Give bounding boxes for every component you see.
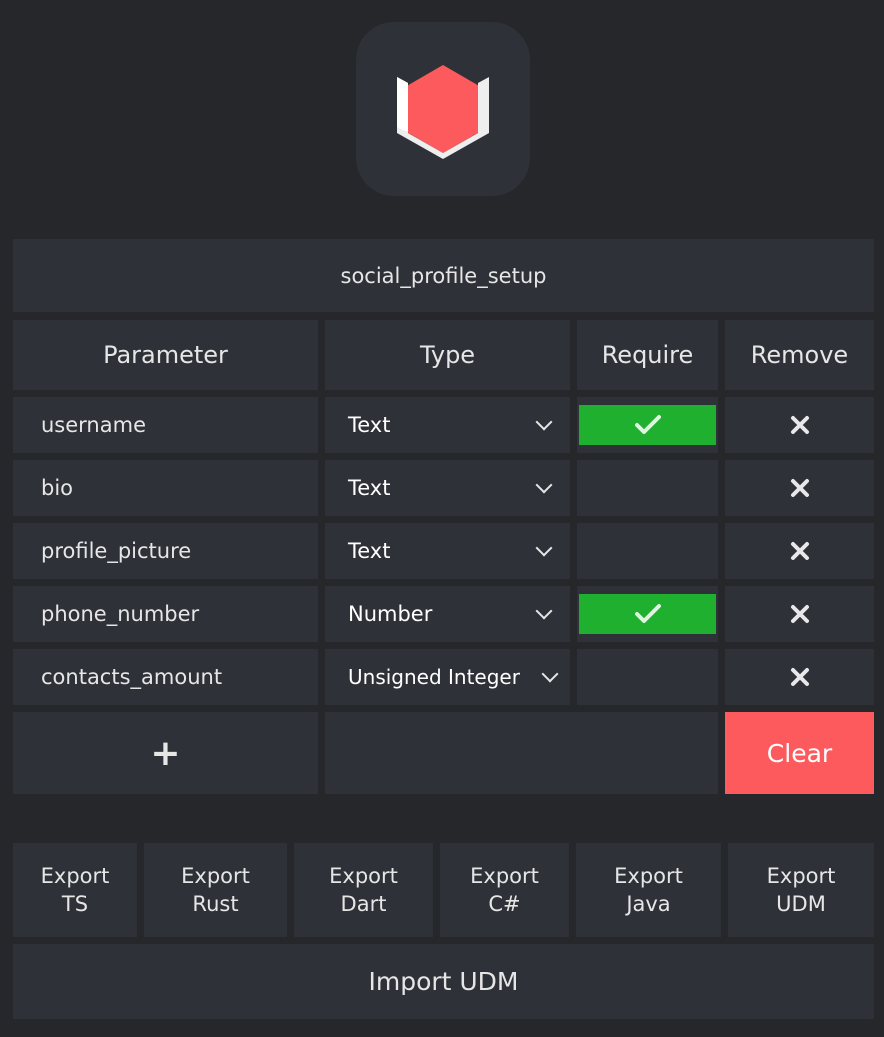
type-select[interactable]: Text — [325, 460, 570, 516]
export-target: Rust — [192, 892, 239, 916]
export-target: UDM — [776, 892, 826, 916]
parameter-name-field[interactable]: phone_number — [13, 586, 318, 642]
schema-title[interactable]: social_profile_setup — [13, 239, 874, 312]
app-logo — [356, 22, 530, 196]
clear-button[interactable]: Clear — [725, 712, 874, 794]
remove-row-button[interactable] — [725, 523, 874, 579]
require-toggle[interactable] — [577, 397, 718, 453]
require-toggle[interactable] — [577, 649, 718, 705]
type-select[interactable]: Text — [325, 397, 570, 453]
require-toggle-on — [579, 594, 716, 634]
close-icon — [790, 668, 809, 686]
export-target: C# — [488, 892, 521, 916]
remove-row-button[interactable] — [725, 586, 874, 642]
header-type: Type — [325, 320, 570, 390]
parameter-name-field[interactable]: contacts_amount — [13, 649, 318, 705]
require-toggle[interactable] — [577, 523, 718, 579]
export-udm-button[interactable]: Export UDM — [728, 843, 874, 937]
export-ts-button[interactable]: Export TS — [13, 843, 137, 937]
type-select-value: Text — [348, 413, 391, 437]
type-select-value: Text — [348, 539, 391, 563]
export-label: Export — [470, 864, 539, 888]
import-udm-button[interactable]: Import UDM — [13, 944, 874, 1019]
require-toggle[interactable] — [577, 586, 718, 642]
export-csharp-button[interactable]: Export C# — [440, 843, 569, 937]
export-label: Export — [614, 864, 683, 888]
require-toggle[interactable] — [577, 460, 718, 516]
export-target: Dart — [340, 892, 387, 916]
chevron-down-icon — [535, 602, 553, 620]
chevron-down-icon — [535, 413, 553, 431]
close-icon — [790, 479, 809, 497]
chevron-down-icon — [535, 476, 553, 494]
close-icon — [790, 542, 809, 560]
export-dart-button[interactable]: Export Dart — [294, 843, 433, 937]
type-select[interactable]: Text — [325, 523, 570, 579]
header-remove: Remove — [725, 320, 874, 390]
check-icon — [634, 604, 661, 623]
hexagon-logo-icon — [397, 65, 489, 159]
export-label: Export — [329, 864, 398, 888]
action-row-spacer — [325, 712, 718, 794]
header-require: Require — [577, 320, 718, 390]
add-parameter-button[interactable]: + — [13, 712, 318, 794]
remove-row-button[interactable] — [725, 649, 874, 705]
export-rust-button[interactable]: Export Rust — [144, 843, 287, 937]
parameter-name-field[interactable]: profile_picture — [13, 523, 318, 579]
type-select-value: Unsigned Integer — [348, 665, 520, 689]
type-select-value: Text — [348, 476, 391, 500]
export-target: Java — [626, 892, 671, 916]
type-select-value: Number — [348, 602, 433, 626]
parameter-name-field[interactable]: bio — [13, 460, 318, 516]
remove-row-button[interactable] — [725, 460, 874, 516]
type-select[interactable]: Number — [325, 586, 570, 642]
export-target: TS — [61, 892, 89, 916]
close-icon — [790, 416, 809, 434]
parameter-name-field[interactable]: username — [13, 397, 318, 453]
export-java-button[interactable]: Export Java — [576, 843, 721, 937]
remove-row-button[interactable] — [725, 397, 874, 453]
close-icon — [790, 605, 809, 623]
check-icon — [634, 415, 661, 434]
header-parameter: Parameter — [13, 320, 318, 390]
export-label: Export — [181, 864, 250, 888]
export-label: Export — [40, 864, 110, 888]
export-label: Export — [766, 864, 836, 888]
require-toggle-on — [579, 405, 716, 445]
chevron-down-icon — [535, 539, 553, 557]
chevron-down-icon — [541, 665, 559, 683]
type-select[interactable]: Unsigned Integer — [325, 649, 570, 705]
